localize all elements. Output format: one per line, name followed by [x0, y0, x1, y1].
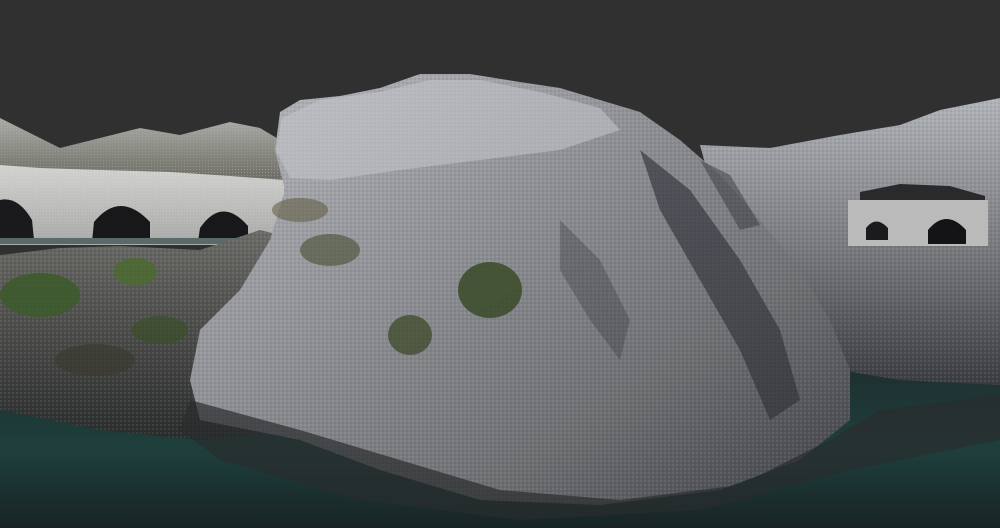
right-tunnel-structure [848, 184, 988, 246]
left-bridge [0, 165, 285, 245]
point-cloud-scene[interactable] [0, 0, 1000, 528]
bridge-railing [0, 238, 250, 244]
point-cloud-viewport[interactable] [0, 0, 1000, 528]
